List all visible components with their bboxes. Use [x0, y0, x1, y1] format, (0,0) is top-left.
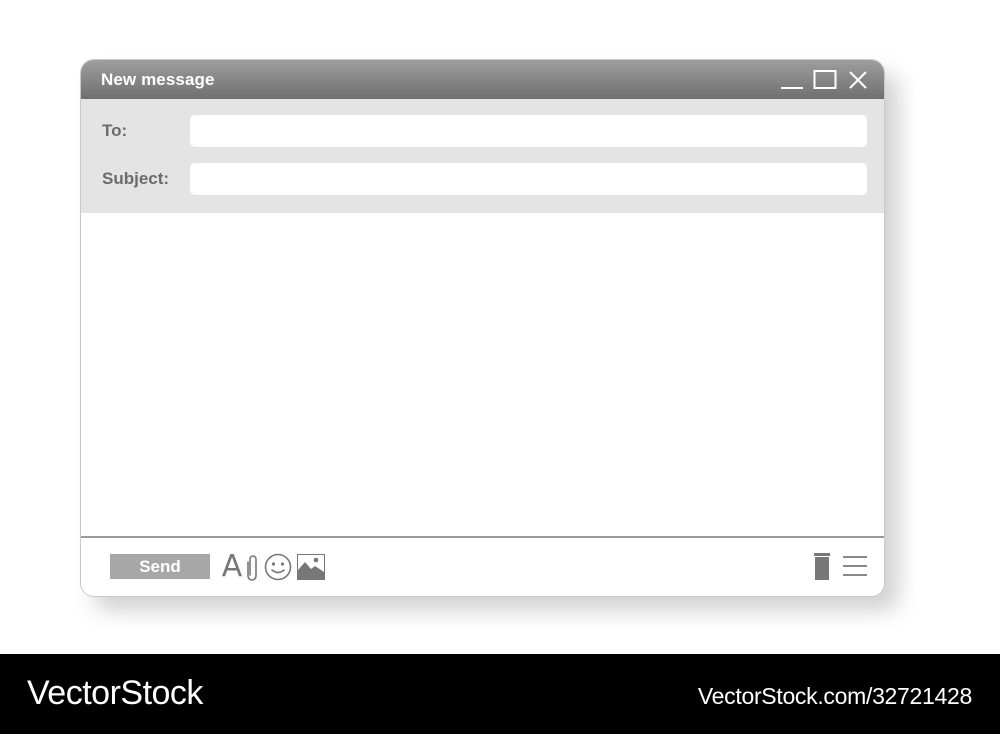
- send-button[interactable]: Send: [110, 554, 210, 579]
- watermark-brand: VectorStock: [27, 674, 203, 712]
- image-icon[interactable]: [297, 554, 325, 585]
- message-header-fields: To: Subject:: [81, 99, 884, 213]
- subject-field[interactable]: [190, 163, 867, 195]
- compose-toolbar: Send A: [81, 536, 884, 596]
- subject-label: Subject:: [102, 169, 170, 188]
- menu-icon[interactable]: [843, 555, 867, 582]
- watermark-bar: VectorStock VectorStock.com/32721428: [0, 654, 1000, 734]
- minimize-icon[interactable]: [780, 68, 804, 92]
- watermark-url: VectorStock.com/32721428: [697, 683, 972, 709]
- message-body[interactable]: [81, 213, 884, 536]
- maximize-icon[interactable]: [813, 68, 837, 92]
- trash-icon[interactable]: [813, 553, 831, 585]
- font-format-icon[interactable]: A: [221, 551, 243, 583]
- to-field[interactable]: [190, 115, 867, 147]
- title-bar[interactable]: New message: [81, 60, 884, 99]
- attachment-icon[interactable]: [247, 553, 259, 586]
- compose-window: New message To: Subject: Send A: [80, 59, 885, 597]
- to-label: To:: [102, 121, 128, 140]
- window-title: New message: [101, 70, 215, 89]
- close-icon[interactable]: [846, 68, 870, 92]
- emoji-icon[interactable]: [264, 553, 292, 586]
